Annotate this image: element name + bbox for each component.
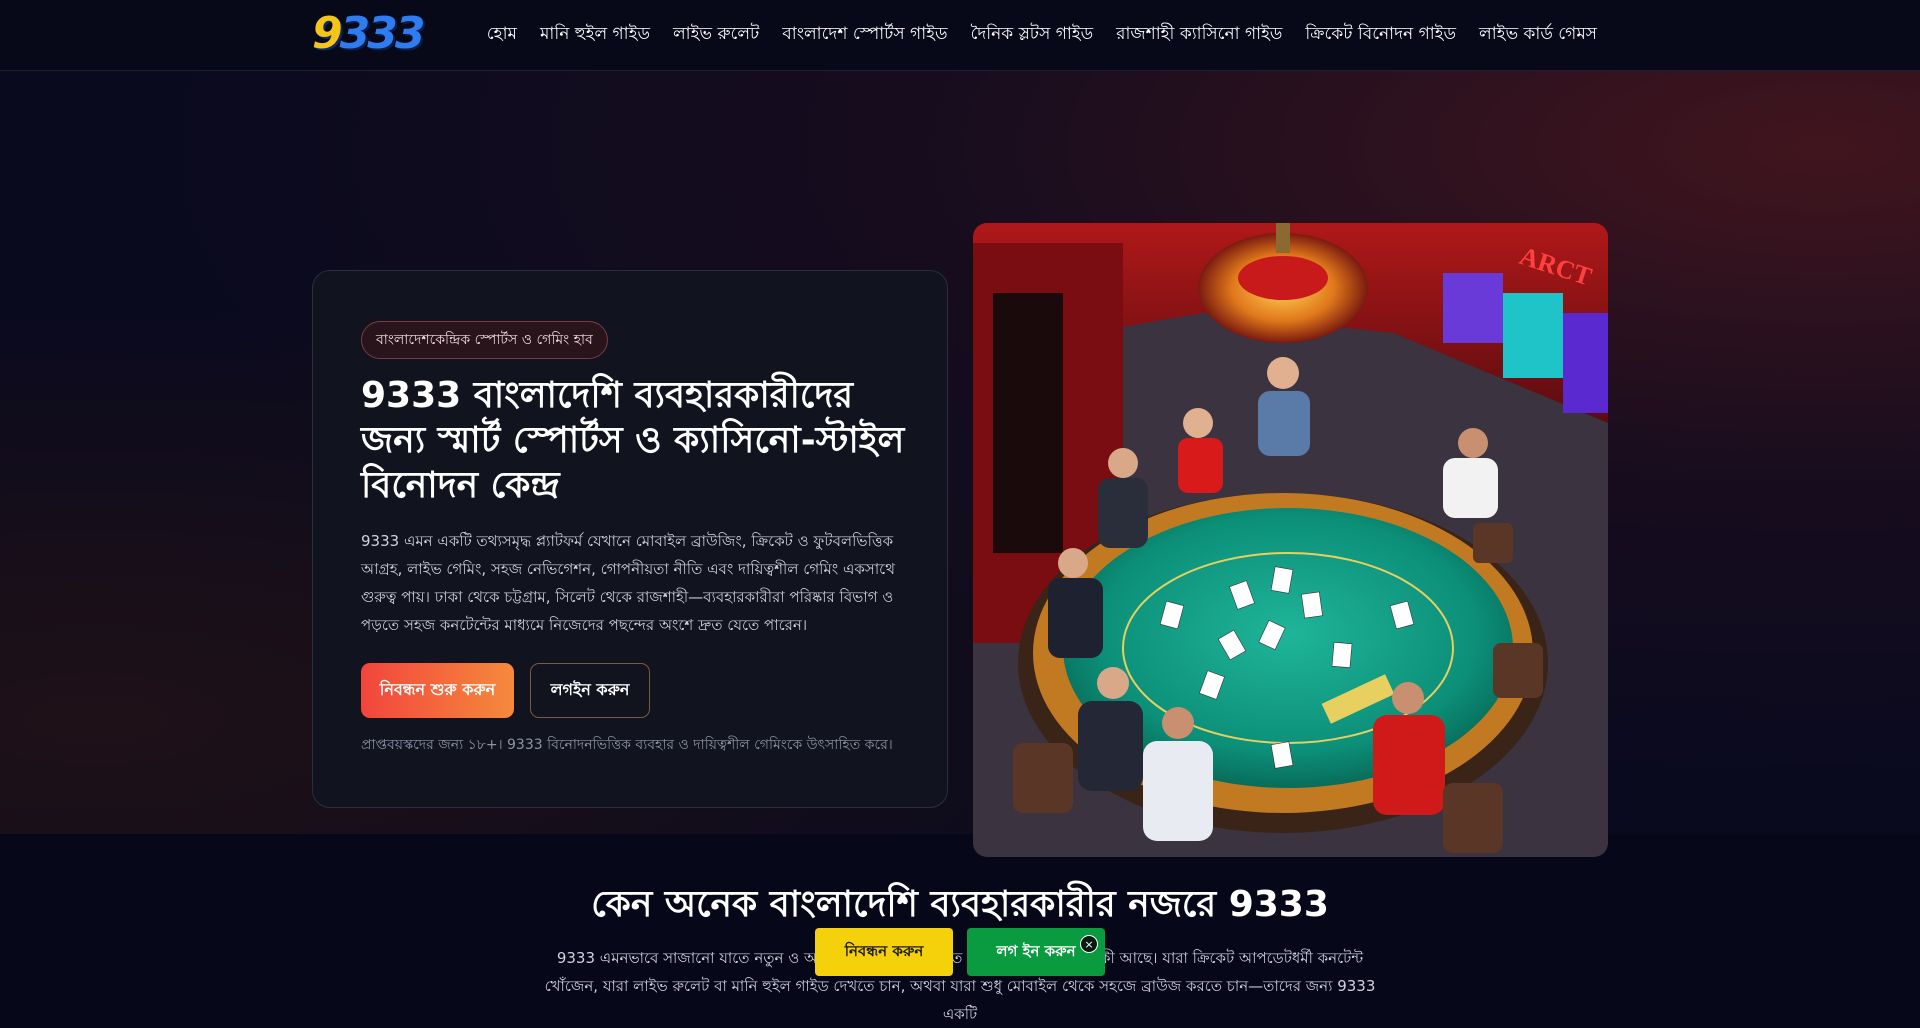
hero-section: বাংলাদেশকেন্দ্রিক স্পোর্টস ও গেমিং হাব 9… [0,71,1920,857]
hero-title: 9333 বাংলাদেশি ব্যবহারকারীদের জন্য স্মার… [361,375,905,506]
login-button[interactable]: লগইন করুন [530,663,650,718]
site-logo[interactable]: 9333 [312,10,434,58]
nav-link-home[interactable]: হোম [487,21,517,49]
sticky-register-button[interactable]: নিবন্ধন করুন [815,928,953,976]
why-9333-text: 9333 এমনভাবে সাজানো যাতে নতুন ও অভিজ্ঞ ব… [544,949,1376,1023]
register-start-button[interactable]: নিবন্ধন শুরু করুন [361,663,514,718]
nav-link-daily-slots-guide[interactable]: দৈনিক স্লটস গাইড [970,21,1093,49]
hero-badge: বাংলাদেশকেন্দ্রিক স্পোর্টস ও গেমিং হাব [361,321,608,359]
nav-link-money-wheel-guide[interactable]: মানি হুইল গাইড [540,21,650,49]
poker-table-image: ARCT [973,223,1608,857]
why-9333-heading: কেন অনেক বাংলাদেশি ব্যবহারকারীর নজরে 933… [591,884,1329,925]
nav-link-live-card-games[interactable]: লাইভ কার্ড গেমস [1479,21,1597,49]
hero-card: বাংলাদেশকেন্দ্রিক স্পোর্টস ও গেমিং হাব 9… [312,270,948,808]
age-disclaimer: প্রাপ্তবয়স্কদের জন্য ১৮+। 9333 বিনোদনভি… [361,737,893,753]
nav-link-rajshahi-casino-guide[interactable]: রাজশাহী ক্যাসিনো গাইড [1116,21,1282,49]
site-header: 9333 হোম মানি হুইল গাইড লাইভ রুলেট বাংলা… [0,0,1920,71]
main-nav: হোম মানি হুইল গাইড লাইভ রুলেট বাংলাদেশ স… [464,0,1597,70]
nav-link-cricket-entertainment-guide[interactable]: ক্রিকেট বিনোদন গাইড [1305,21,1456,49]
nav-link-live-roulette[interactable]: লাইভ রুলেট [673,21,759,49]
nav-link-bangladesh-sports-guide[interactable]: বাংলাদেশ স্পোর্টস গাইড [782,21,947,49]
close-icon[interactable]: × [1080,935,1098,953]
hero-description: 9333 এমন একটি তথ্যসমৃদ্ধ প্ল্যাটফর্ম যেখ… [361,532,895,634]
